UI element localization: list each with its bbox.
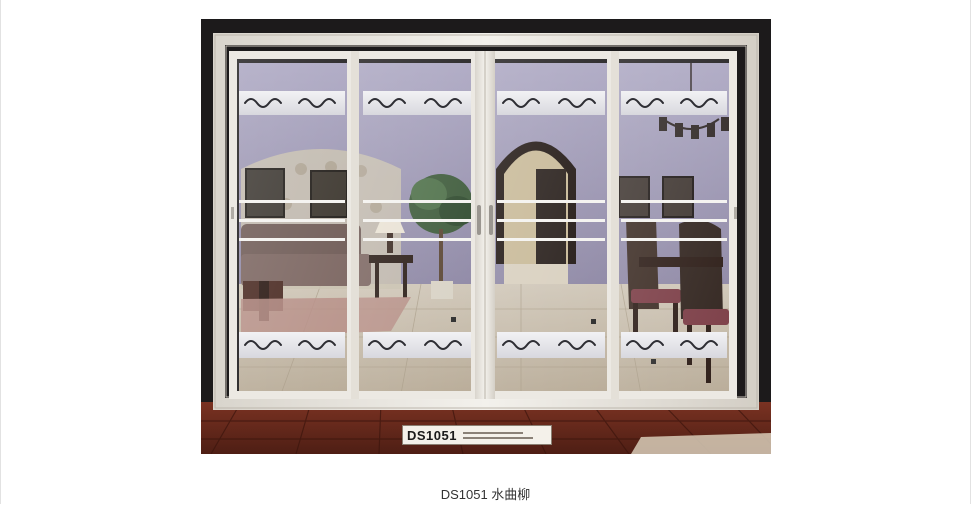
product-caption: DS1051 水曲柳 — [440, 487, 531, 502]
label-fine-print — [462, 431, 533, 439]
product-photo: DS1051 — [201, 19, 771, 454]
model-label-plate: DS1051 — [402, 425, 552, 445]
model-code: DS1051 — [407, 427, 457, 443]
sliding-door-image — [201, 19, 771, 454]
